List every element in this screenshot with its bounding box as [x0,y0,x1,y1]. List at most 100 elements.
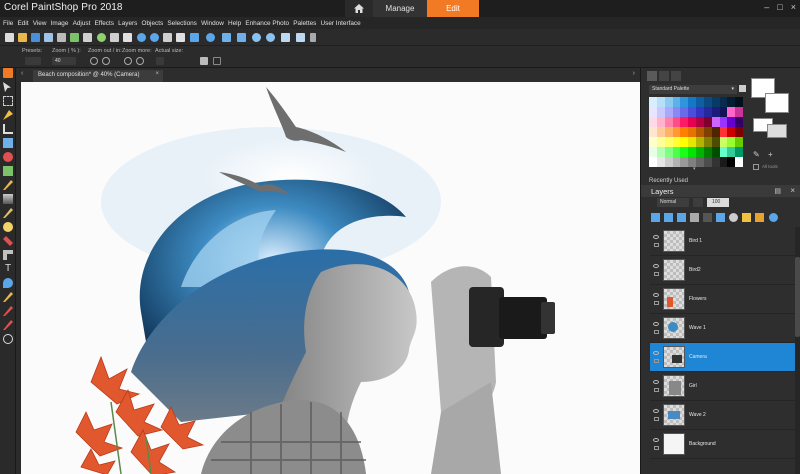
menu-window[interactable]: Window [201,20,224,27]
color-swatch[interactable] [656,147,665,157]
color-swatch[interactable] [696,117,704,127]
color-swatch[interactable] [711,137,720,147]
menu-palettes[interactable]: Palettes [293,20,316,27]
color-swatch[interactable] [688,137,696,147]
panel-menu-icon[interactable]: ▤ [774,187,781,195]
color-swatch[interactable] [664,97,673,107]
open-folder-icon[interactable] [18,33,27,42]
dropper-tool-icon[interactable] [3,110,13,120]
dodge-tool-icon[interactable] [3,222,13,232]
color-swatch[interactable] [688,147,696,157]
color-swatch[interactable] [680,107,689,117]
color-swatch[interactable] [735,107,743,117]
toolbar-overflow-icon[interactable] [310,33,316,42]
close-panel-icon[interactable]: × [790,186,795,195]
layers-scroll-thumb[interactable] [795,257,800,337]
color-swatch[interactable] [735,127,743,137]
menu-objects[interactable]: Objects [142,20,164,27]
options-extra-icon[interactable] [200,57,208,65]
color-swatch[interactable] [696,127,704,137]
color-swatch[interactable] [719,97,728,107]
redo-icon[interactable] [150,33,159,42]
canvas-size-icon[interactable] [237,33,246,42]
color-swatch[interactable] [696,97,704,107]
color-swatch[interactable] [656,117,665,127]
menu-user-interface[interactable]: User Interface [321,20,361,27]
eraser-tool-icon[interactable] [3,236,13,246]
color-swatch[interactable] [703,117,712,127]
menu-effects[interactable]: Effects [95,20,114,27]
opacity-field[interactable]: 100 [707,198,729,207]
color-swatch[interactable] [649,117,657,127]
red-eye-tool-icon[interactable] [3,152,13,162]
color-swatch[interactable] [680,147,689,157]
color-swatch[interactable] [703,97,712,107]
properties-icon[interactable] [716,213,725,222]
menu-image[interactable]: Image [51,20,69,27]
color-swatch[interactable] [680,137,689,147]
layer-row-wave-2[interactable]: Wave 2 [650,401,798,430]
close-icon[interactable]: × [791,2,796,12]
color-swatch[interactable] [688,107,696,117]
layer-lock-icon[interactable] [653,417,659,421]
copy-icon[interactable] [123,33,132,42]
color-swatch[interactable] [664,107,673,117]
color-swatch[interactable] [649,157,657,167]
resize-icon[interactable] [222,33,231,42]
color-swatch[interactable] [664,117,673,127]
zoom-out-button[interactable] [90,57,98,65]
link-icon[interactable] [729,213,738,222]
add-icon[interactable]: + [768,150,773,159]
visibility-eye-icon[interactable] [653,409,659,413]
fill-tool-icon[interactable] [3,250,13,260]
color-swatch[interactable] [680,97,689,107]
shape-tool-icon[interactable] [3,278,13,288]
mask-icon[interactable] [703,213,712,222]
zoom-in-button[interactable] [102,57,110,65]
menu-file[interactable]: File [3,20,13,27]
edit-icon[interactable]: ✎ [753,150,760,159]
layer-row-bird-1[interactable]: Bird 1 [650,227,798,256]
layers-scrollbar[interactable] [795,227,800,474]
menu-help[interactable]: Help [228,20,241,27]
tab-scroll-right-icon[interactable]: › [633,70,635,77]
menu-layers[interactable]: Layers [118,20,137,27]
color-swatch[interactable] [703,157,712,167]
color-swatch[interactable] [664,147,673,157]
zoom-more-out-button[interactable] [124,57,132,65]
color-swatch[interactable] [727,157,736,167]
color-swatch[interactable] [719,137,728,147]
visibility-eye-icon[interactable] [653,264,659,268]
color-swatch[interactable] [711,157,720,167]
layer-lock-icon[interactable] [653,243,659,247]
color-swatch[interactable] [735,117,743,127]
document-tab[interactable]: Beach composition* @ 40% (Camera) × [33,70,163,82]
new-group-icon[interactable] [677,213,686,222]
new-file-icon[interactable] [5,33,14,42]
add-tool-icon[interactable] [3,334,13,344]
color-swatches[interactable] [649,97,743,167]
layer-lock-icon[interactable] [653,388,659,392]
color-swatch[interactable] [727,127,736,137]
color-swatch[interactable] [672,137,681,147]
new-vector-layer-icon[interactable] [664,213,673,222]
visibility-eye-icon[interactable] [653,293,659,297]
layer-row-girl[interactable]: Girl [650,372,798,401]
palette-menu-icon[interactable] [739,85,746,92]
zoom-in-icon[interactable] [252,33,261,42]
color-swatch[interactable] [703,107,712,117]
scratch-remover-icon[interactable] [3,194,13,204]
crop-tool-icon[interactable] [3,124,13,134]
layer-row-flowers[interactable]: Flowers [650,285,798,314]
new-raster-layer-icon[interactable] [651,213,660,222]
save-icon[interactable] [31,33,40,42]
crop-to-selection-icon[interactable] [190,33,199,42]
color-swatch[interactable] [656,97,665,107]
lock-transparency-icon[interactable] [755,213,764,222]
color-swatch[interactable] [719,117,728,127]
color-swatch[interactable] [649,97,657,107]
materials-gradient-tab[interactable] [659,71,669,81]
history-icon[interactable] [163,33,172,42]
color-swatch[interactable] [727,147,736,157]
fit-window-icon[interactable] [281,33,290,42]
